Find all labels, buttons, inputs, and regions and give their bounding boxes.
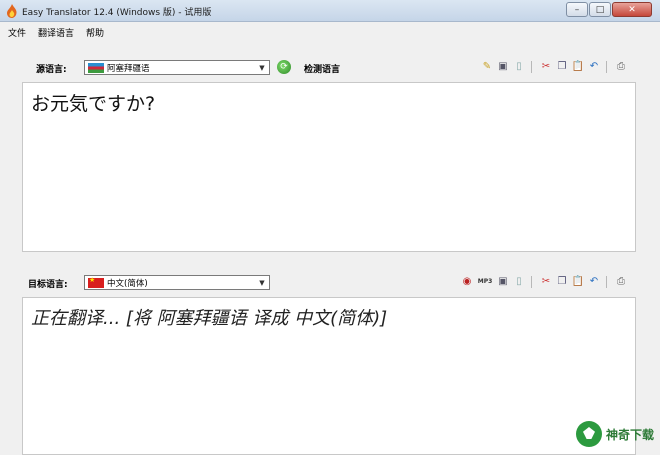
save-icon[interactable]: ▣: [496, 60, 510, 74]
new-document-icon[interactable]: ▯: [512, 275, 526, 289]
chevron-down-icon: ▼: [259, 278, 265, 287]
cut-icon[interactable]: ✂: [539, 60, 553, 74]
toolbar-divider: [531, 276, 532, 288]
maximize-button[interactable]: □: [589, 2, 611, 17]
target-language-label: 目标语言:: [28, 280, 68, 290]
copy-icon[interactable]: ❐: [555, 60, 569, 74]
flag-azerbaijan-icon: [88, 62, 104, 73]
watermark-leaf-icon: [575, 421, 602, 447]
menu-translate-language[interactable]: 翻译语言: [38, 26, 74, 39]
detect-language-button[interactable]: 检测语言: [304, 62, 340, 75]
toolbar-divider: [606, 276, 607, 288]
source-panel: 源语言: 阿塞拜疆语 ▼ ⟳ 检测语言 ✎ ▣ ▯ ✂ ❐ 📋 ↶ ⎙ お元気で…: [0, 42, 660, 255]
target-language-select[interactable]: 中文(简体) ▼: [84, 275, 270, 290]
target-language-value: 中文(简体): [107, 278, 148, 289]
source-language-label: 源语言:: [36, 65, 67, 75]
source-text: お元気ですか?: [31, 93, 156, 115]
source-language-select[interactable]: 阿塞拜疆语 ▼: [84, 60, 270, 75]
speaker-icon[interactable]: ◉: [460, 275, 474, 289]
menu-bar: 文件 翻译语言 帮助: [0, 22, 660, 42]
window-controls: – □ ✕: [565, 2, 652, 17]
target-text: 正在翻译... [将 阿塞拜疆语 译成 中文(简体)]: [31, 308, 388, 329]
toolbar-divider: [606, 61, 607, 73]
chevron-down-icon: ▼: [259, 63, 265, 72]
source-language-value: 阿塞拜疆语: [107, 63, 150, 74]
source-toolbar: ✎ ▣ ▯ ✂ ❐ 📋 ↶ ⎙: [478, 60, 628, 74]
cut-icon[interactable]: ✂: [539, 275, 553, 289]
source-text-area[interactable]: お元気ですか?: [22, 82, 636, 252]
refresh-detect-icon[interactable]: ⟳: [277, 60, 291, 74]
undo-icon[interactable]: ↶: [587, 60, 601, 74]
menu-help[interactable]: 帮助: [86, 26, 104, 39]
flag-china-icon: [88, 276, 104, 288]
save-icon[interactable]: ▣: [496, 275, 510, 289]
close-button[interactable]: ✕: [612, 2, 652, 17]
mp3-icon[interactable]: MP3: [476, 275, 494, 289]
print-icon[interactable]: ⎙: [614, 275, 628, 289]
target-panel: 目标语言: 中文(简体) ▼ ◉ MP3 ▣ ▯ ✂ ❐ 📋 ↶ ⎙ 正在翻译.…: [0, 255, 660, 455]
print-icon[interactable]: ⎙: [614, 60, 628, 74]
target-text-area[interactable]: 正在翻译... [将 阿塞拜疆语 译成 中文(简体)]: [22, 297, 636, 455]
copy-icon[interactable]: ❐: [555, 275, 569, 289]
new-document-icon[interactable]: ▯: [512, 60, 526, 74]
window-title: Easy Translator 12.4 (Windows 版) - 试用版: [22, 8, 212, 18]
undo-icon[interactable]: ↶: [587, 275, 601, 289]
paste-icon[interactable]: 📋: [571, 60, 585, 74]
minimize-button[interactable]: –: [566, 2, 588, 17]
translate-icon[interactable]: ✎: [480, 60, 494, 74]
paste-icon[interactable]: 📋: [571, 275, 585, 289]
watermark-text: 神奇下载: [605, 427, 654, 442]
watermark-logo: 神奇下载: [575, 421, 654, 447]
target-toolbar: ◉ MP3 ▣ ▯ ✂ ❐ 📋 ↶ ⎙: [458, 275, 628, 289]
title-bar: Easy Translator 12.4 (Windows 版) - 试用版 –…: [0, 0, 660, 22]
toolbar-divider: [531, 61, 532, 73]
app-flame-icon: [7, 4, 17, 18]
menu-file[interactable]: 文件: [8, 26, 26, 39]
